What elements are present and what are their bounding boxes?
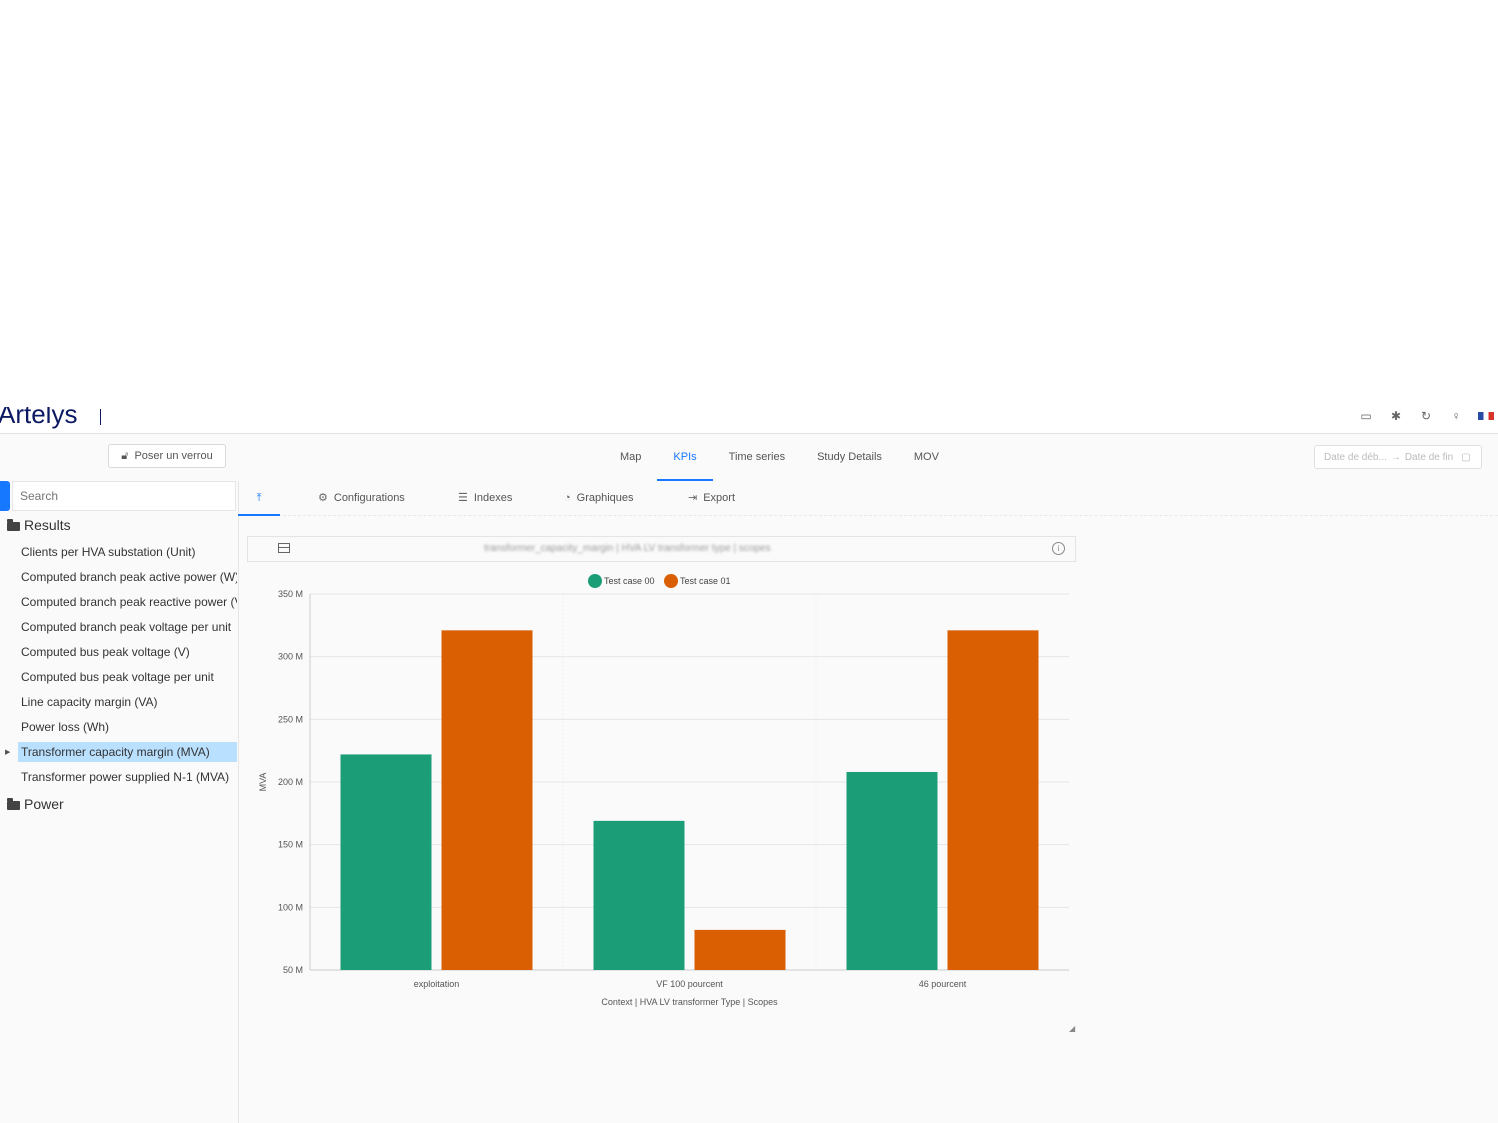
bar: [441, 630, 533, 970]
pie-chart-icon: ◔: [564, 491, 571, 504]
tab-indexes-label: Indexes: [473, 491, 513, 504]
bar-chart: 50 M 100 M 150 M 200 M 250 M 300 M 350 M exploi…: [258, 574, 1069, 1007]
tab-study-details[interactable]: Study Details: [801, 445, 898, 479]
tab-graphiques[interactable]: ◔ Graphiques: [564, 481, 634, 514]
legend-swatch: [664, 574, 678, 588]
tree-item-transformer-power-n1[interactable]: Transformer power supplied N-1 (MVA): [18, 767, 237, 787]
date-arrow: →: [1390, 451, 1401, 463]
legend-swatch: [588, 574, 602, 588]
y-tick-label: 350 M: [278, 589, 303, 599]
main-tabs: Map KPIs Time series Study Details MOV: [604, 445, 955, 481]
language-flag-icon[interactable]: [1478, 412, 1494, 420]
date-start-field[interactable]: Date de déb...: [1324, 452, 1387, 463]
tree-item-transformer-capacity-margin[interactable]: Transformer capacity margin (MVA): [18, 742, 237, 762]
table-view-icon[interactable]: [278, 543, 290, 553]
sidebar: Results Clients per HVA substation (Unit…: [0, 481, 239, 1123]
tab-map[interactable]: Map: [604, 445, 657, 479]
screen-icon[interactable]: ▭: [1358, 409, 1374, 423]
tab-configurations[interactable]: ⚙ Configurations: [318, 481, 405, 514]
y-tick-label: 100 M: [278, 902, 303, 912]
tree-item-branch-reactive-power[interactable]: Computed branch peak reactive power (VAr…: [18, 592, 237, 612]
tab-kpis[interactable]: KPIs: [657, 445, 713, 481]
app-window: Artelys ▭ ✱ ↻ ♀ 🔓︎ Poser un verrou Map K…: [0, 407, 1498, 1123]
y-tick-label: 50 M: [283, 965, 303, 975]
tree-item-power-loss[interactable]: Power loss (Wh): [18, 717, 237, 737]
tree-item-bus-voltage[interactable]: Computed bus peak voltage (V): [18, 642, 237, 662]
tab-export[interactable]: ⇥ Export: [688, 481, 735, 514]
date-end-field[interactable]: Date de fin: [1405, 452, 1453, 463]
folder-icon: [7, 798, 20, 810]
content-tabs: ⤒ ⚙ Configurations ☰ Indexes ◔ Graphique…: [238, 481, 1498, 516]
x-tick-label: VF 100 pourcent: [656, 979, 723, 989]
y-tick-label: 300 M: [278, 652, 303, 662]
tree-item-bus-voltage-pu[interactable]: Computed bus peak voltage per unit: [18, 667, 237, 687]
tab-indexes[interactable]: ☰ Indexes: [458, 481, 512, 514]
logo-separator: [100, 409, 101, 425]
chart-header: transformer_capacity_margin | HVA LV tra…: [247, 536, 1076, 562]
tab-time-series[interactable]: Time series: [713, 445, 801, 479]
folder-results[interactable]: Results: [7, 517, 71, 533]
calendar-icon[interactable]: ▢: [1461, 452, 1470, 463]
lock-icon: 🔓︎: [121, 449, 129, 462]
x-tick-label: 46 pourcent: [919, 979, 967, 989]
x-tick-label: exploitation: [414, 979, 460, 989]
legend-label: Test case 01: [680, 576, 731, 586]
legend-label: Test case 00: [604, 576, 655, 586]
top-bar: Artelys ▭ ✱ ↻ ♀: [0, 407, 1498, 434]
expand-caret-icon[interactable]: ▶: [5, 748, 10, 756]
lock-button[interactable]: 🔓︎ Poser un verrou: [108, 444, 226, 468]
tree-item-branch-active-power[interactable]: Computed branch peak active power (W): [18, 567, 237, 587]
bar: [340, 754, 432, 970]
tab-graphiques-label: Graphiques: [576, 491, 634, 504]
upload-icon: ⤒: [256, 491, 262, 504]
bar: [947, 630, 1039, 970]
list-icon: ☰: [458, 491, 468, 504]
tab-configurations-label: Configurations: [333, 491, 405, 504]
chart-header-title: transformer_capacity_margin | HVA LV tra…: [484, 543, 771, 554]
tree-item-branch-voltage-pu[interactable]: Computed branch peak voltage per unit: [18, 617, 237, 637]
refresh-icon[interactable]: ↻: [1418, 409, 1434, 423]
search-input[interactable]: [12, 481, 236, 511]
folder-label: Results: [24, 517, 71, 533]
folder-icon: [7, 519, 20, 531]
bulb-icon[interactable]: ♀: [1448, 409, 1464, 423]
y-tick-label: 250 M: [278, 714, 303, 724]
info-icon[interactable]: i: [1052, 542, 1065, 555]
bar: [694, 929, 786, 970]
resize-handle-icon[interactable]: ◢: [1069, 1024, 1075, 1033]
y-axis-label: MVA: [258, 773, 268, 792]
tab-mov[interactable]: MOV: [898, 445, 955, 479]
bar: [593, 820, 685, 970]
folder-power[interactable]: Power: [7, 796, 64, 812]
app-logo[interactable]: Artelys: [0, 407, 77, 430]
y-tick-label: 200 M: [278, 777, 303, 787]
lock-button-label: Poser un verrou: [134, 450, 213, 462]
date-range-picker[interactable]: Date de déb... → Date de fin ▢: [1314, 445, 1482, 469]
search-button[interactable]: [0, 481, 10, 511]
y-tick-label: 150 M: [278, 840, 303, 850]
top-right-icons: ▭ ✱ ↻ ♀: [1358, 409, 1494, 423]
settings-icon[interactable]: ✱: [1388, 409, 1404, 423]
tab-upload[interactable]: ⤒: [238, 481, 280, 516]
export-icon: ⇥: [688, 491, 698, 504]
x-axis-label: Context | HVA LV transformer Type | Scop…: [601, 997, 778, 1007]
tab-export-label: Export: [703, 491, 736, 504]
search-bar: [0, 481, 238, 511]
tree-item-clients-per-hva[interactable]: Clients per HVA substation (Unit): [18, 542, 237, 562]
folder-label: Power: [24, 796, 64, 812]
tree-item-line-capacity-margin[interactable]: Line capacity margin (VA): [18, 692, 237, 712]
gear-icon: ⚙: [318, 491, 328, 504]
bar: [846, 771, 938, 970]
